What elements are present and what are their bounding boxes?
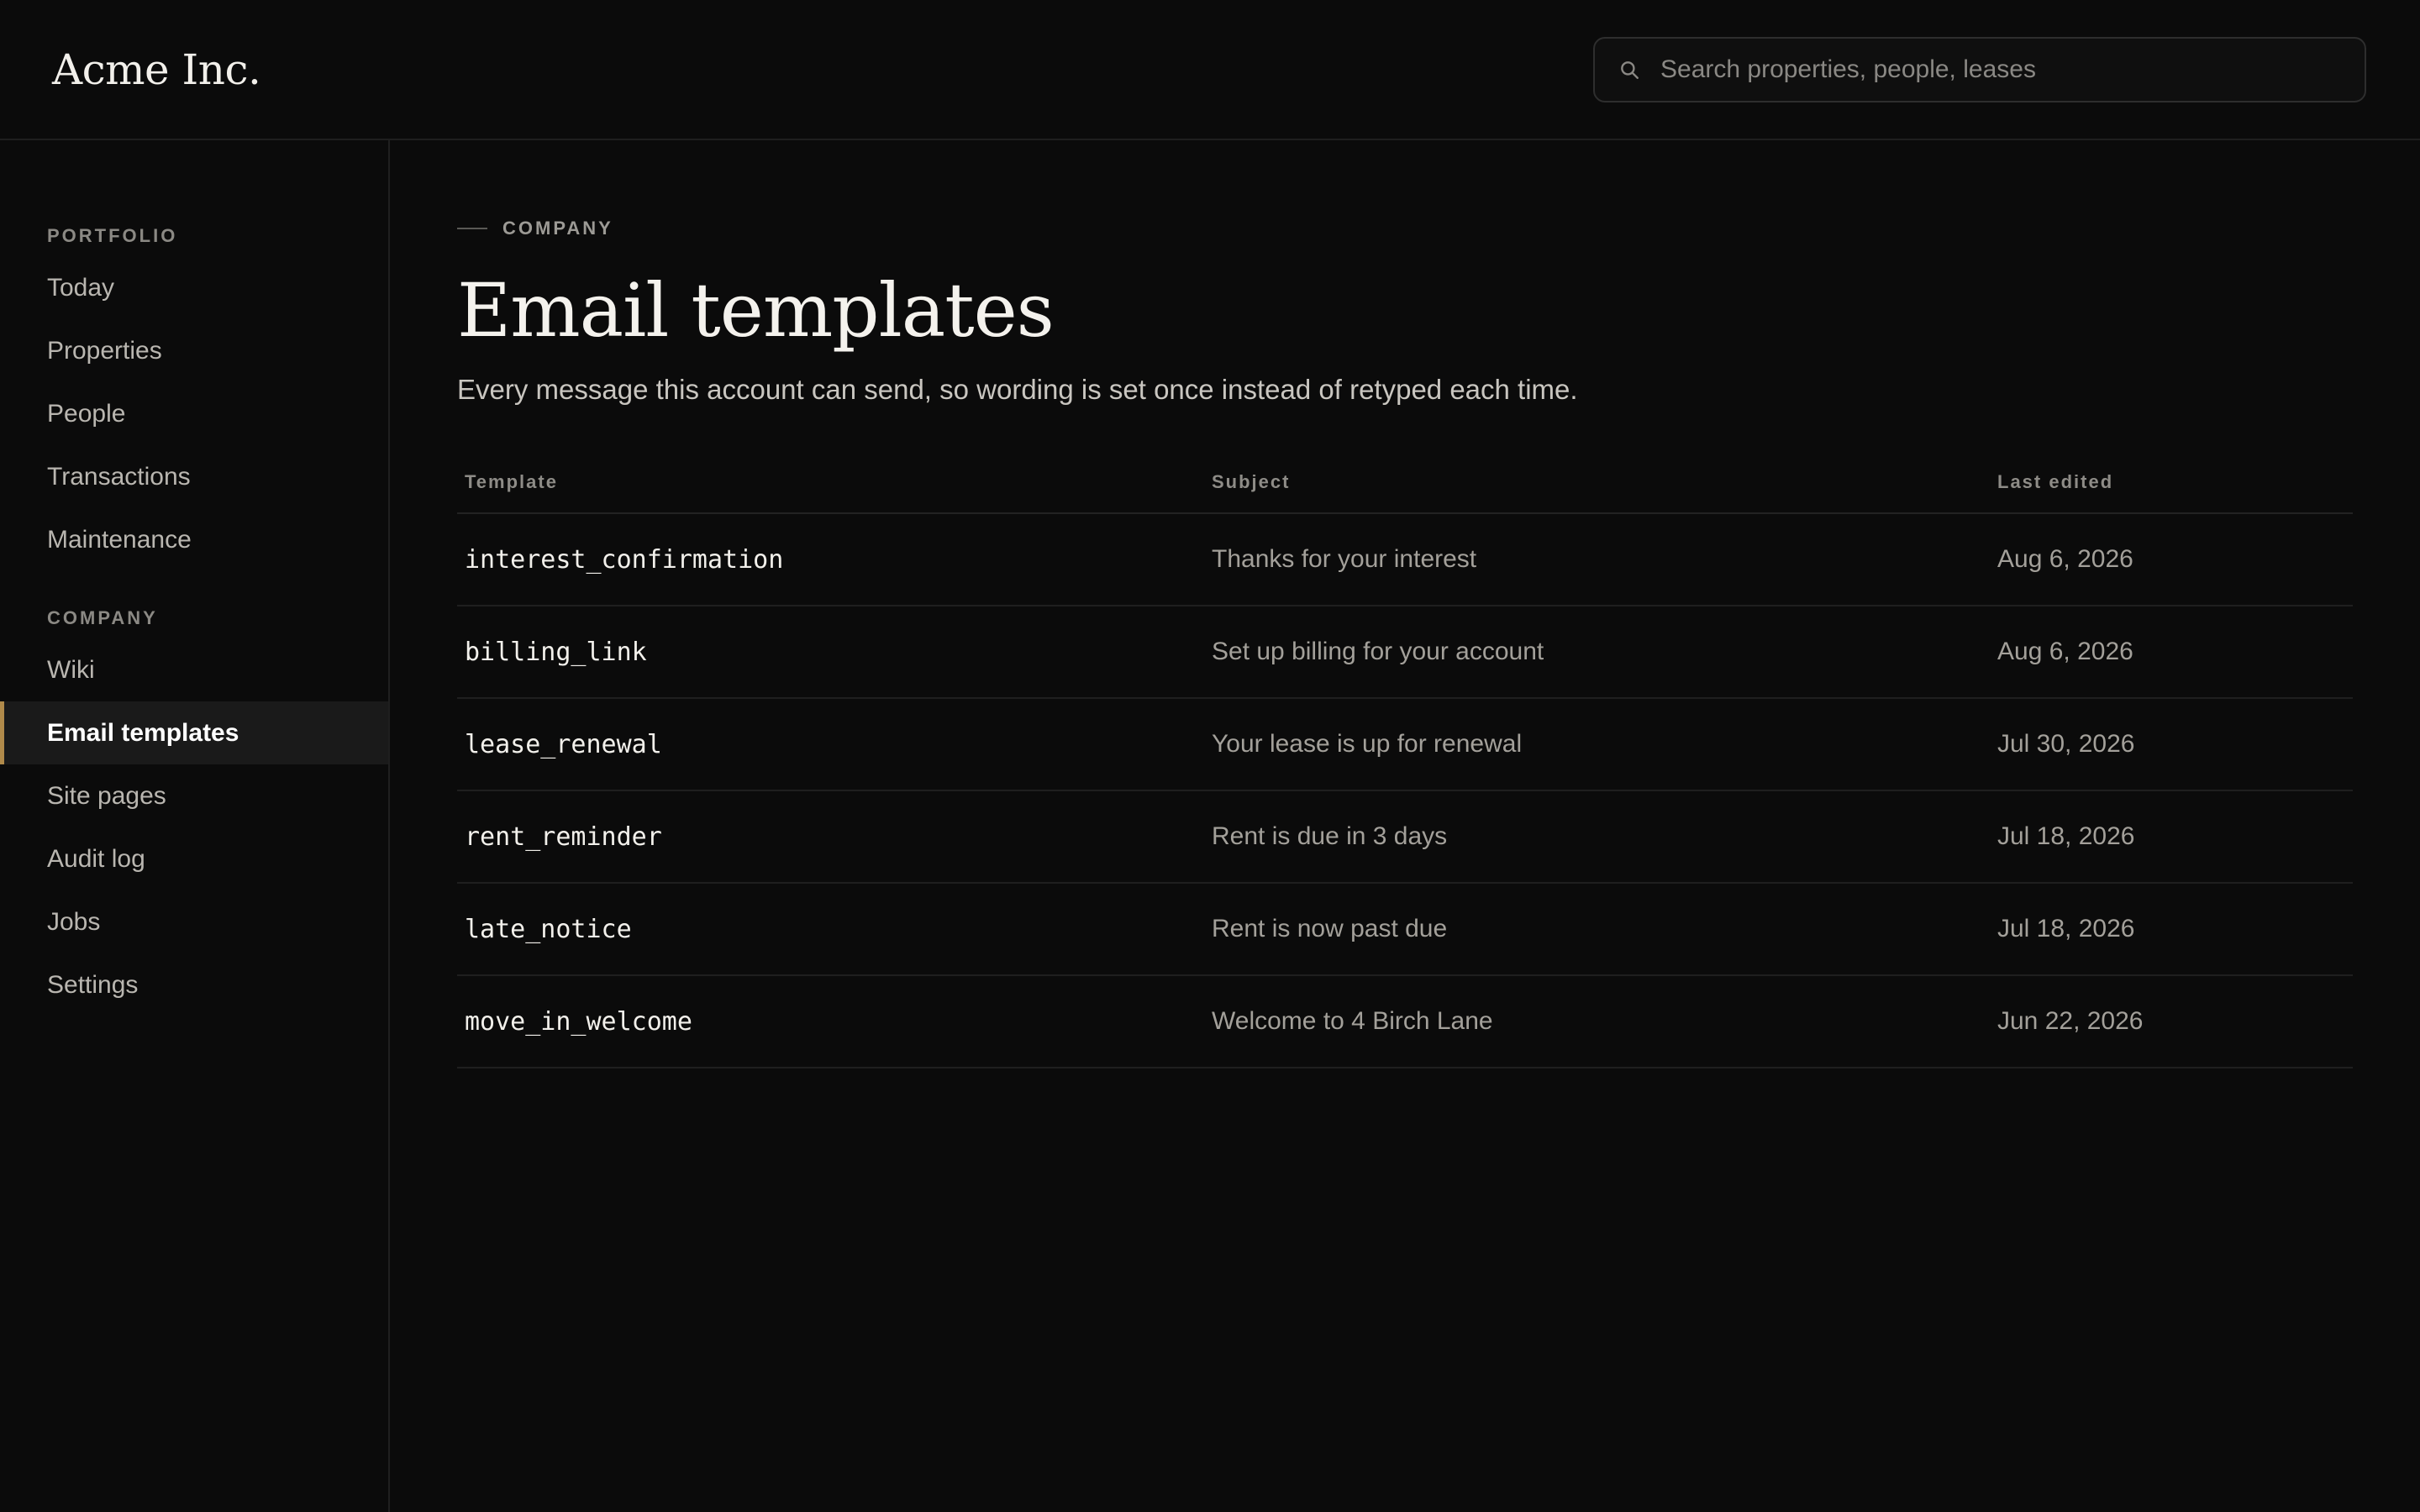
sidebar-item-wiki[interactable]: Wiki: [0, 638, 388, 701]
template-last-edited: Aug 6, 2026: [1990, 513, 2353, 606]
template-last-edited: Jul 30, 2026: [1990, 698, 2353, 791]
template-key[interactable]: move_in_welcome: [457, 975, 1204, 1068]
table-row[interactable]: interest_confirmation Thanks for your in…: [457, 513, 2353, 606]
sidebar-section-company: COMPANY Wiki Email templates Site pages …: [0, 607, 388, 1016]
template-subject: Rent is now past due: [1204, 883, 1990, 976]
sidebar-item-site-pages[interactable]: Site pages: [0, 764, 388, 827]
sidebar-item-transactions[interactable]: Transactions: [0, 445, 388, 508]
app-root: Acme Inc. PORTFOLIO Today Properties Peo…: [0, 0, 2420, 1512]
search-box[interactable]: [1593, 36, 2366, 102]
sidebar-item-properties[interactable]: Properties: [0, 319, 388, 382]
table-row[interactable]: rent_reminder Rent is due in 3 days Jul …: [457, 790, 2353, 884]
sidebar-item-people[interactable]: People: [0, 382, 388, 445]
column-header-last-edited: Last edited: [1990, 471, 2353, 514]
sidebar-item-audit-log[interactable]: Audit log: [0, 827, 388, 890]
column-header-subject: Subject: [1204, 471, 1990, 514]
template-key[interactable]: rent_reminder: [457, 790, 1204, 884]
template-last-edited: Jul 18, 2026: [1990, 790, 2353, 884]
table-header-row: Template Subject Last edited: [457, 471, 2353, 514]
sidebar-item-email-templates[interactable]: Email templates: [0, 701, 388, 764]
template-subject: Set up billing for your account: [1204, 606, 1990, 699]
search-input[interactable]: [1660, 55, 2341, 84]
template-key[interactable]: late_notice: [457, 883, 1204, 976]
sidebar: PORTFOLIO Today Properties People Transa…: [0, 140, 390, 1512]
template-subject: Rent is due in 3 days: [1204, 790, 1990, 884]
sidebar-item-jobs[interactable]: Jobs: [0, 890, 388, 953]
page-title: Email templates: [457, 267, 1055, 354]
template-key[interactable]: lease_renewal: [457, 698, 1204, 791]
sidebar-item-today[interactable]: Today: [0, 256, 388, 319]
template-last-edited: Aug 6, 2026: [1990, 606, 2353, 699]
template-subject: Thanks for your interest: [1204, 513, 1990, 606]
table-row[interactable]: late_notice Rent is now past due Jul 18,…: [457, 883, 2353, 976]
template-subject: Your lease is up for renewal: [1204, 698, 1990, 791]
templates-table: Template Subject Last edited interest_co…: [457, 471, 2353, 1068]
template-subject: Welcome to 4 Birch Lane: [1204, 975, 1990, 1068]
sidebar-item-settings[interactable]: Settings: [0, 953, 388, 1016]
eyebrow-label: COMPANY: [502, 218, 613, 239]
brand-logo[interactable]: Acme Inc.: [52, 45, 261, 94]
search-icon: [1621, 60, 1639, 79]
eyebrow: COMPANY: [457, 218, 2353, 239]
page-subtitle: Every message this account can send, so …: [457, 374, 1578, 405]
sidebar-section-label: COMPANY: [47, 607, 158, 628]
top-bar: Acme Inc.: [0, 0, 2420, 140]
column-header-template: Template: [457, 471, 1204, 514]
template-last-edited: Jun 22, 2026: [1990, 975, 2353, 1068]
table-row[interactable]: move_in_welcome Welcome to 4 Birch Lane …: [457, 975, 2353, 1068]
main-content: COMPANY Email templates Every message th…: [457, 140, 2353, 1068]
sidebar-section-portfolio: PORTFOLIO Today Properties People Transa…: [0, 225, 388, 571]
sidebar-section-label: PORTFOLIO: [47, 225, 178, 246]
template-key[interactable]: interest_confirmation: [457, 513, 1204, 606]
eyebrow-rule: [457, 228, 487, 229]
template-last-edited: Jul 18, 2026: [1990, 883, 2353, 976]
template-key[interactable]: billing_link: [457, 606, 1204, 699]
sidebar-item-maintenance[interactable]: Maintenance: [0, 508, 388, 571]
table-row[interactable]: lease_renewal Your lease is up for renew…: [457, 698, 2353, 791]
table-row[interactable]: billing_link Set up billing for your acc…: [457, 606, 2353, 699]
